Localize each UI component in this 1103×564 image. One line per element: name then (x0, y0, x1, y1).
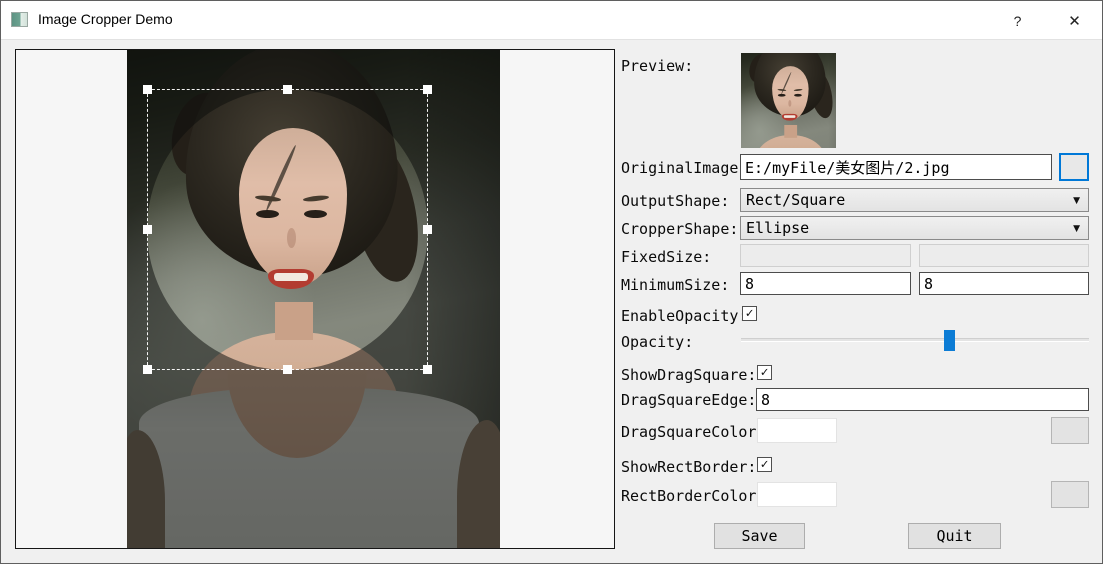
app-window: Image Cropper Demo ? ✕ (0, 0, 1103, 564)
minimum-height-input[interactable] (919, 272, 1089, 295)
help-button[interactable]: ? (995, 1, 1040, 40)
title-bar: Image Cropper Demo ? ✕ (1, 1, 1102, 40)
output-shape-value: Rect/Square (746, 191, 845, 209)
drag-handle-middle-left[interactable] (143, 225, 152, 234)
drag-handle-bottom-left[interactable] (143, 365, 152, 374)
fixed-width-input (740, 244, 911, 267)
cropper-canvas (15, 49, 615, 549)
opacity-slider-handle[interactable] (944, 330, 955, 351)
opacity-slider[interactable] (741, 330, 1089, 351)
rect-border-color-swatch (757, 482, 837, 507)
rect-border-color-button[interactable] (1051, 481, 1089, 508)
drag-handle-top-left[interactable] (143, 85, 152, 94)
drag-handle-top-middle[interactable] (283, 85, 292, 94)
rect-border-color-label: RectBorderColor: (621, 487, 766, 505)
browse-button[interactable] (1059, 153, 1089, 181)
crop-rect-border[interactable] (147, 89, 428, 370)
drag-handle-bottom-right[interactable] (423, 365, 432, 374)
close-icon: ✕ (1068, 12, 1081, 30)
preview-image (741, 53, 836, 148)
preview-label: Preview: (621, 57, 693, 75)
chevron-down-icon: ▼ (1073, 224, 1080, 234)
check-icon: ✓ (761, 458, 769, 471)
cropper-shape-label: CropperShape: (621, 220, 738, 238)
show-rect-border-label: ShowRectBorder: (621, 458, 756, 476)
show-drag-square-checkbox[interactable]: ✓ (757, 365, 772, 380)
drag-handle-top-right[interactable] (423, 85, 432, 94)
enable-opacity-label: EnableOpacity: (621, 307, 747, 325)
quit-button[interactable]: Quit (908, 523, 1001, 549)
chevron-down-icon: ▼ (1073, 196, 1080, 206)
opacity-slider-groove[interactable] (741, 338, 1089, 342)
check-icon: ✓ (746, 307, 754, 320)
drag-square-edge-input[interactable] (756, 388, 1089, 411)
output-shape-select[interactable]: Rect/Square ▼ (740, 188, 1089, 212)
original-image-input[interactable] (740, 154, 1052, 180)
minimum-width-input[interactable] (740, 272, 911, 295)
enable-opacity-checkbox[interactable]: ✓ (742, 306, 757, 321)
help-icon: ? (1014, 13, 1022, 29)
photo-stage (127, 50, 500, 548)
fixed-size-label: FixedSize: (621, 248, 711, 266)
drag-handle-bottom-middle[interactable] (283, 365, 292, 374)
app-icon (11, 12, 28, 27)
show-rect-border-checkbox[interactable]: ✓ (757, 457, 772, 472)
opacity-label: Opacity: (621, 333, 693, 351)
cropper-shape-value: Ellipse (746, 219, 809, 237)
drag-square-color-button[interactable] (1051, 417, 1089, 444)
show-drag-square-label: ShowDragSquare: (621, 366, 756, 384)
close-button[interactable]: ✕ (1052, 1, 1097, 40)
minimum-size-label: MinimumSize: (621, 276, 729, 294)
cropper-shape-select[interactable]: Ellipse ▼ (740, 216, 1089, 240)
drag-square-edge-label: DragSquareEdge: (621, 391, 756, 409)
drag-square-color-label: DragSquareColor: (621, 423, 766, 441)
fixed-height-input (919, 244, 1089, 267)
window-title: Image Cropper Demo (38, 11, 173, 27)
output-shape-label: OutputShape: (621, 192, 729, 210)
drag-square-color-swatch (757, 418, 837, 443)
original-image-label: OriginalImage: (621, 159, 747, 177)
drag-handle-middle-right[interactable] (423, 225, 432, 234)
check-icon: ✓ (761, 366, 769, 379)
save-button[interactable]: Save (714, 523, 805, 549)
